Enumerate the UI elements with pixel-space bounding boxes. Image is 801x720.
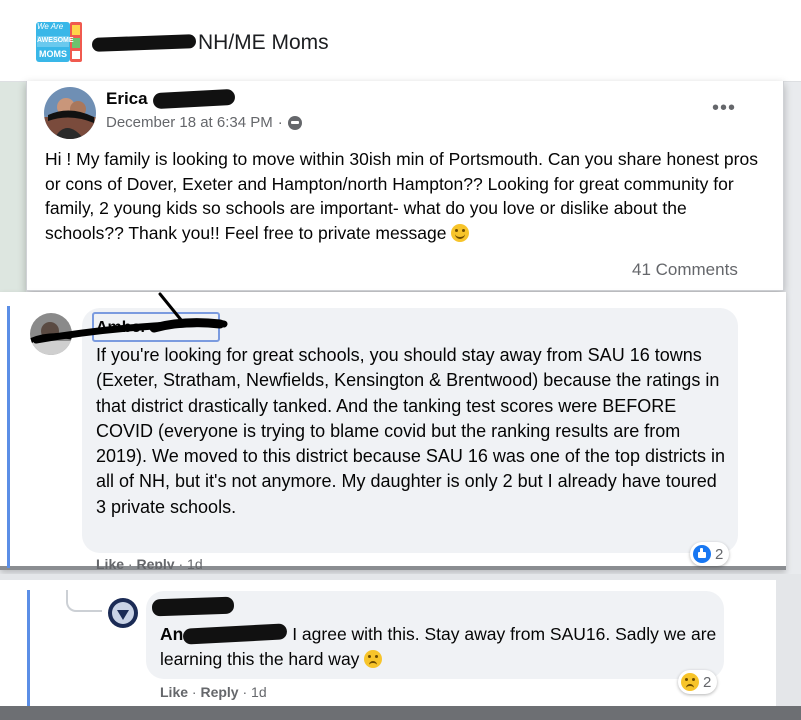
- logo-text-bottom: MOMS: [39, 49, 67, 59]
- comment-text: If you're looking for great schools, you…: [96, 345, 725, 517]
- comment-time[interactable]: 1d: [187, 556, 203, 569]
- sad-reaction-icon: [681, 673, 699, 691]
- redaction-mark: [182, 623, 288, 645]
- action-separator: ·: [127, 556, 133, 569]
- action-separator: ·: [242, 684, 248, 700]
- redaction-mark: [152, 88, 235, 110]
- reply-body: An I agree with this. Stay away from SAU…: [160, 622, 720, 672]
- reaction-summary[interactable]: 2: [690, 542, 730, 566]
- post-author[interactable]: Erica: [106, 88, 235, 110]
- post-text: Hi ! My family is looking to move within…: [45, 149, 758, 243]
- logo-text-mid: AWESOME: [37, 37, 74, 44]
- meta-separator: ·: [277, 114, 283, 131]
- reply-connector-line: [66, 590, 102, 612]
- comments-count-link[interactable]: 41 Comments: [632, 260, 738, 280]
- action-separator: ·: [191, 684, 197, 700]
- redaction-mark: [151, 596, 235, 617]
- reply-text-prefix: An: [160, 624, 184, 644]
- redaction-mark: [91, 34, 197, 52]
- group-name: NH/ME Moms: [198, 31, 329, 54]
- group-title[interactable]: NH/ME Moms: [91, 30, 329, 56]
- post-timestamp[interactable]: December 18 at 6:34 PM: [106, 114, 273, 131]
- logo-text-top: We Are: [37, 22, 64, 31]
- background-edge-right: [786, 82, 801, 572]
- smile-emoji-icon: [451, 223, 470, 242]
- reaction-count: 2: [715, 545, 724, 563]
- background-edge: [0, 82, 26, 292]
- reply-time[interactable]: 1d: [251, 684, 267, 700]
- comment-actions: Like · Reply · 1d: [96, 556, 203, 569]
- like-button[interactable]: Like: [96, 556, 124, 569]
- bottom-bar: [0, 706, 801, 720]
- thread-line: [7, 306, 10, 568]
- reply-button[interactable]: Reply: [200, 684, 238, 700]
- thread-line: [27, 590, 30, 706]
- thumbs-up-icon: [693, 545, 711, 563]
- action-separator: ·: [178, 556, 184, 569]
- sad-emoji-icon: [364, 650, 383, 668]
- reply-author-avatar[interactable]: [108, 598, 138, 628]
- post-author-avatar[interactable]: [44, 87, 96, 139]
- more-options-icon[interactable]: •••: [712, 97, 736, 120]
- reply-actions: Like · Reply · 1d: [160, 684, 267, 700]
- like-button[interactable]: Like: [160, 684, 188, 700]
- group-logo[interactable]: We Are AWESOME MOMS: [34, 19, 84, 65]
- post-author-name[interactable]: Erica: [106, 89, 148, 109]
- reaction-count: 2: [703, 673, 712, 691]
- post-meta: December 18 at 6:34 PM ·: [106, 114, 302, 131]
- audience-icon[interactable]: [287, 115, 302, 130]
- reply-button[interactable]: Reply: [136, 556, 174, 569]
- post-body: Hi ! My family is looking to move within…: [45, 147, 770, 245]
- reaction-summary[interactable]: 2: [678, 670, 718, 694]
